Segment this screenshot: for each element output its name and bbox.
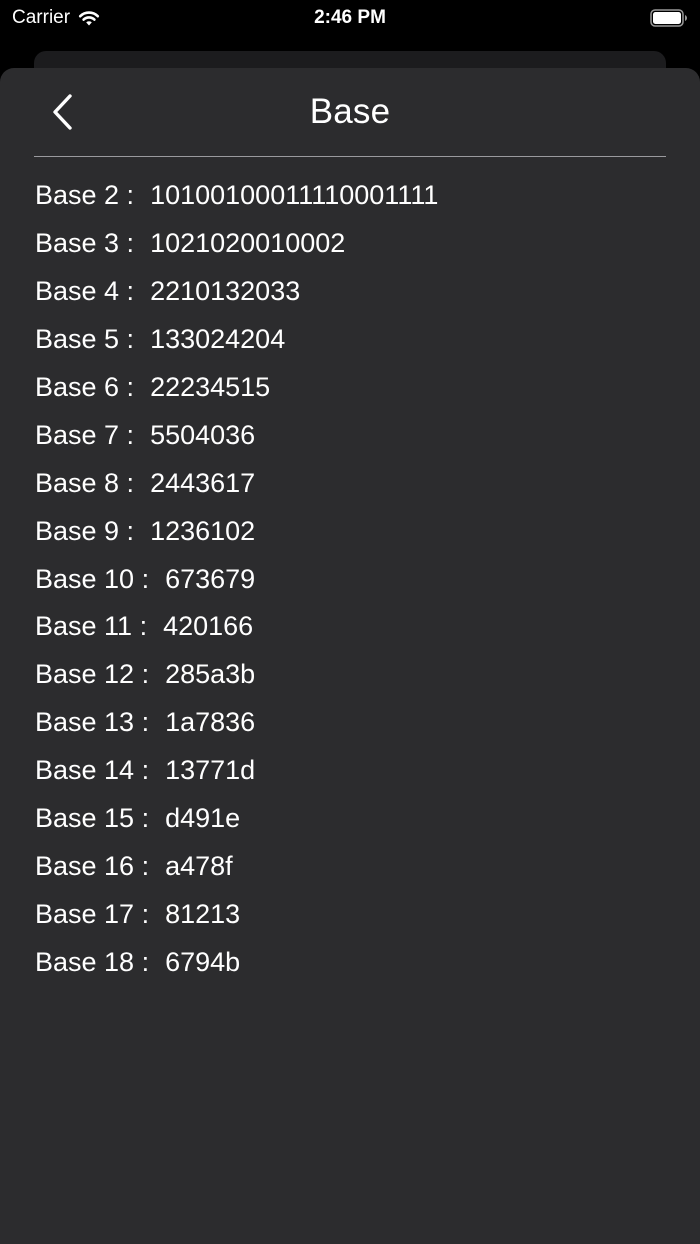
base-label: Base 8 : (35, 467, 135, 498)
base-label: Base 6 : (35, 372, 135, 402)
base-row: Base 5 : 133024204 (35, 316, 438, 364)
base-label: Base 12 : (35, 659, 150, 690)
base-value: 13771d (165, 755, 256, 786)
base-value: 10100100011110001111 (150, 180, 439, 211)
base-label: Base 11 : (35, 611, 148, 642)
base-row: Base 16 : a478f (35, 842, 438, 890)
base-value: 2443617 (150, 467, 256, 498)
base-list: Base 2 : 10100100011110001111 Base 3 : 102… (35, 172, 438, 986)
base-value: 2210132033 (150, 276, 301, 307)
page-title: Base (309, 92, 391, 131)
base-row: Base 6 : 22234515 (35, 364, 438, 412)
base-value: 1236102 (150, 515, 256, 546)
base-label: Base 7 : (35, 419, 135, 450)
navigation-bar: Base (34, 68, 666, 157)
base-row: Base 18 : 6794b (35, 938, 438, 986)
base-row: Base 14 : 13771d (35, 747, 438, 795)
base-row: Base 17 : 81213 (35, 890, 438, 938)
base-value: 1a7836 (165, 707, 256, 738)
base-value: 1021020010002 (150, 228, 346, 259)
base-value: 285a3b (165, 659, 256, 690)
base-label: Base 14 : (35, 755, 150, 786)
base-label: Base 4 : (35, 276, 135, 307)
base-row: Base 13 : 1a7836 (35, 699, 438, 747)
base-label: Base 2 : (35, 180, 135, 211)
base-value: 133024204 (150, 324, 286, 355)
base-value: 6794b (165, 946, 241, 977)
base-row: Base 9 : 1236102 (35, 507, 438, 555)
base-label: Base 18 : (35, 946, 150, 977)
status-time: 2:46 PM (314, 7, 386, 28)
base-row: Base 11 : 420166 (35, 603, 438, 651)
base-value: 673679 (165, 563, 256, 594)
base-row: Base 4 : 2210132033 (35, 268, 438, 316)
base-label: Base 9 : (35, 515, 135, 546)
base-row: Base 8 : 2443617 (35, 459, 438, 507)
base-value: d491e (165, 803, 241, 834)
base-value: 22234515 (150, 372, 271, 402)
base-value: 5504036 (150, 419, 256, 450)
base-row: Base 12 : 285a3b (35, 651, 438, 699)
base-row: Base 3 : 1021020010002 (35, 220, 438, 268)
base-label: Base 10 : (35, 563, 150, 594)
base-label: Base 5 : (35, 324, 135, 355)
base-label: Base 13 : (35, 707, 150, 738)
base-row: Base 10 : 673679 (35, 555, 438, 603)
status-bar: Carrier 2:46 PM (0, 0, 700, 36)
battery-icon (650, 9, 687, 27)
base-label: Base 15 : (35, 803, 150, 834)
base-label: Base 3 : (35, 228, 135, 259)
base-sheet: Base Base 2 : 10100100011110001111 Base 3… (0, 68, 700, 1244)
base-label: Base 17 : (35, 898, 150, 929)
base-value: 420166 (163, 611, 254, 642)
base-row: Base 7 : 5504036 (35, 411, 438, 459)
base-row: Base 15 : d491e (35, 795, 438, 843)
base-value: 81213 (165, 898, 241, 929)
base-value: a478f (165, 850, 233, 881)
base-label: Base 16 : (35, 850, 150, 881)
base-row: Base 2 : 10100100011110001111 (35, 172, 438, 220)
